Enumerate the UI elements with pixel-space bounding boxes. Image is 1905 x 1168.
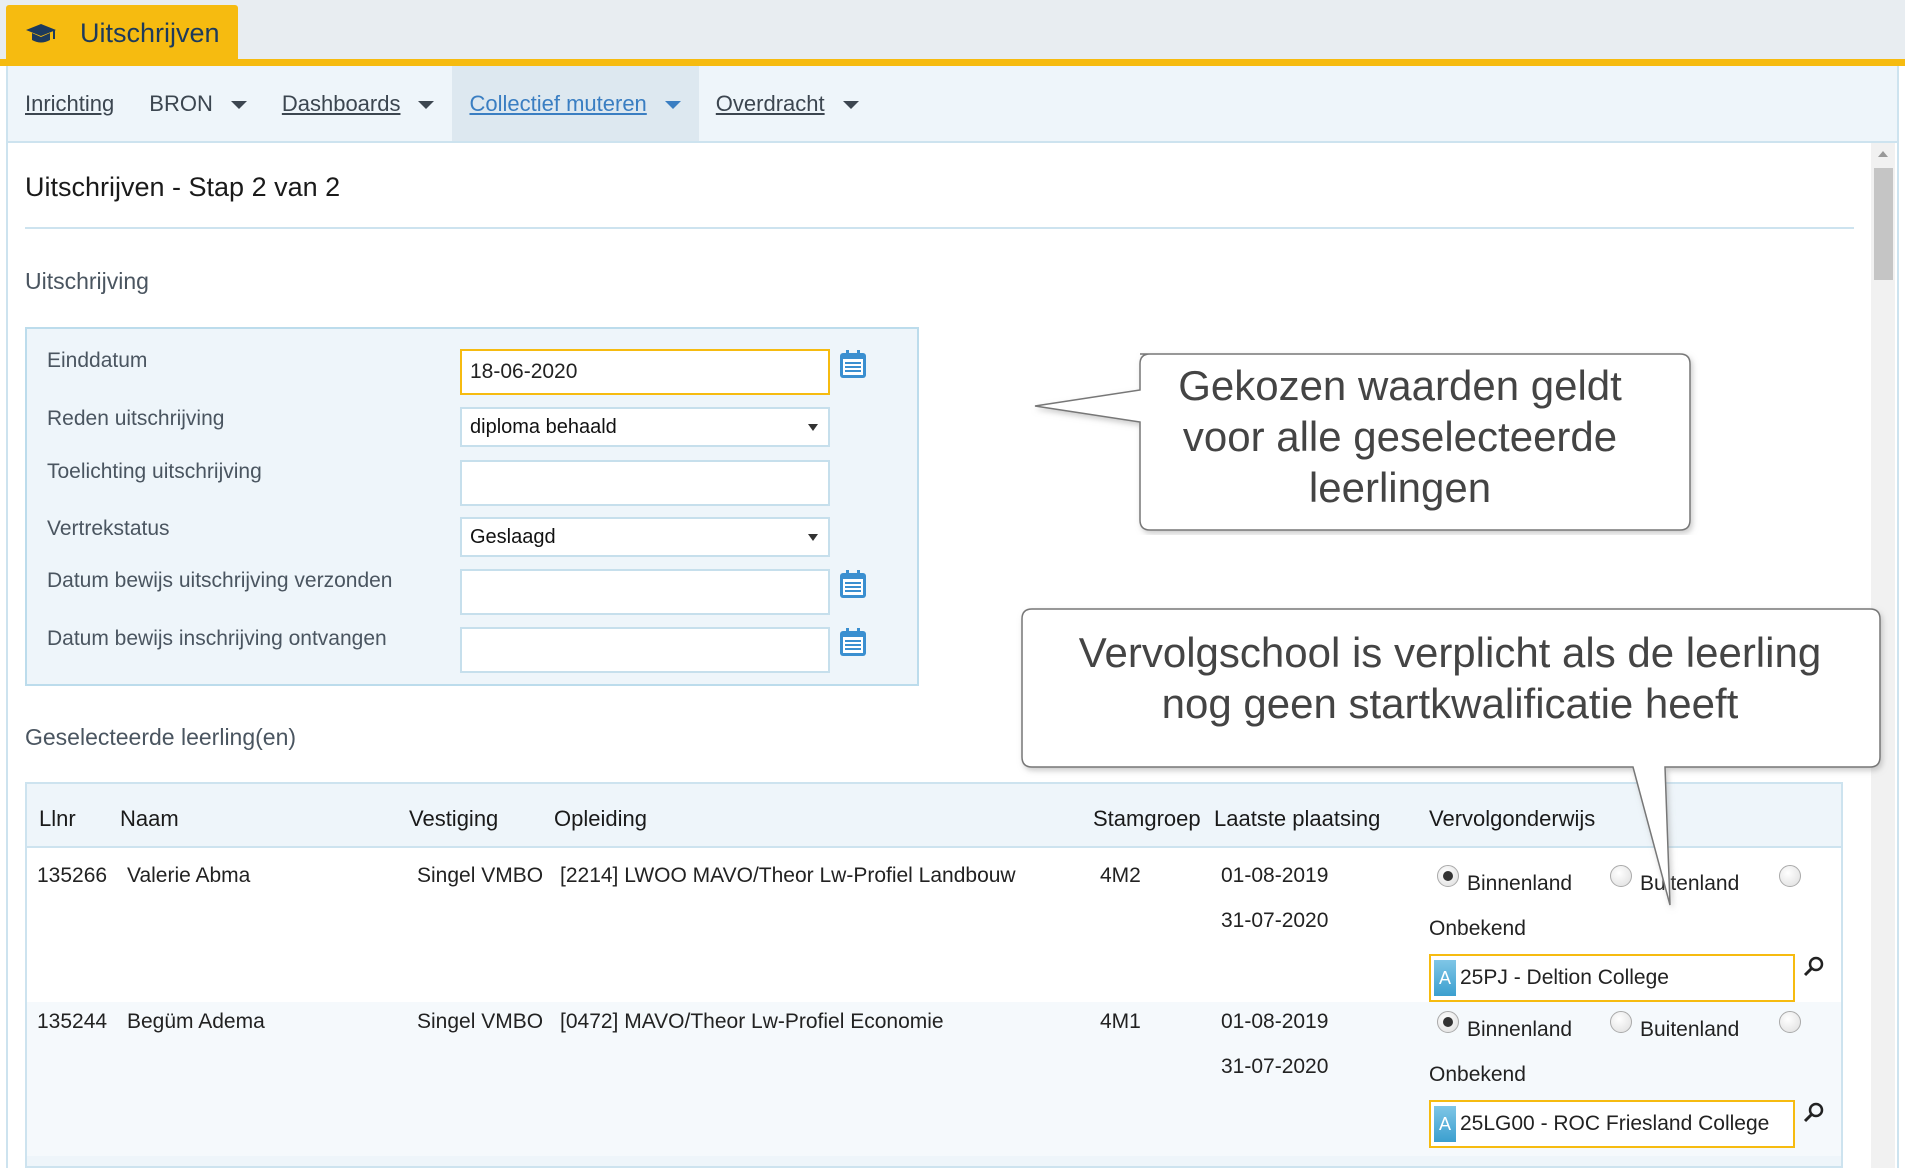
nav-label: Inrichting [25,90,115,116]
nav-label: Dashboards [281,90,401,116]
bewijs-verzonden-label: Datum bewijs uitschrijving verzonden [47,569,393,592]
radio-onbekend[interactable] [1779,1011,1801,1033]
table-row: 135244 Begüm Adema Singel VMBO [0472] MA… [27,1002,1841,1156]
column-header: Llnr [39,806,76,831]
llnr-cell: 135244 [37,1010,108,1033]
column-header: Naam [120,806,179,831]
naam-cell: Begüm Adema [127,1010,265,1033]
nav-label: Collectief muteren [469,90,647,116]
school-value: 25PJ - Deltion College [1460,966,1669,989]
einddatum-input[interactable]: 18-06-2020 [460,349,830,395]
vestiging-cell: Singel VMBO [417,864,544,887]
scroll-up-icon[interactable] [1878,151,1888,157]
radio-label: Buitenland [1640,1018,1740,1041]
dropdown-arrow-icon [808,424,818,431]
plaatsing-start-cell: 01-08-2019 [1221,1010,1329,1033]
calendar-icon[interactable] [839,627,867,657]
school-type-badge: A [1434,960,1456,996]
vervolgschool-input[interactable]: A 25LG00 - ROC Friesland College [1429,1100,1795,1148]
nav-label: BRON [149,90,213,116]
uitschrijving-form: Einddatum 18-06-2020 Reden uitschrijving… [25,327,919,686]
radio-label: Onbekend [1429,917,1526,940]
vestiging-cell: Singel VMBO [417,1010,544,1033]
bewijs-ontvangen-label: Datum bewijs inschrijving ontvangen [47,627,387,650]
stamgroep-cell: 4M1 [1100,1010,1141,1033]
vertrekstatus-select[interactable]: Geslaagd [460,517,830,557]
accent-line [0,59,1905,66]
opleiding-cell: [0472] MAVO/Theor Lw-Profiel Economie [560,1010,944,1033]
plaatsing-eind-cell: 31-07-2020 [1221,1055,1329,1078]
reden-label: Reden uitschrijving [47,407,225,430]
opleiding-cell: [2214] LWOO MAVO/Theor Lw-Profiel Landbo… [560,864,1016,887]
page-title: Uitschrijven - Stap 2 van 2 [25,172,341,202]
search-icon[interactable] [1803,956,1825,978]
bewijs-ontvangen-input[interactable] [460,627,830,673]
top-bar [0,0,1905,62]
reden-select[interactable]: diploma behaald [460,407,830,447]
caret-down-icon [418,101,435,109]
toelichting-input[interactable] [460,460,830,506]
divider [25,227,1854,229]
radio-binnenland[interactable] [1437,1011,1459,1033]
nav-item-dashboards[interactable]: Dashboards [265,66,453,141]
toelichting-label: Toelichting uitschrijving [47,460,262,483]
school-type-badge: A [1434,1106,1456,1142]
calendar-icon[interactable] [839,349,867,379]
calendar-icon[interactable] [839,569,867,599]
caret-down-icon [664,101,681,109]
column-header: Opleiding [554,806,647,831]
callout-line: Gekozen waarden geldt [1178,362,1622,409]
callout-line: voor alle geselecteerde [1182,413,1618,460]
radio-buitenland[interactable] [1610,1011,1632,1033]
search-icon[interactable] [1803,1102,1825,1124]
llnr-cell: 135266 [37,864,108,887]
radio-label: Onbekend [1429,1063,1526,1086]
bewijs-verzonden-input[interactable] [460,569,830,615]
scroll-thumb[interactable] [1874,168,1893,280]
reden-value: diploma behaald [470,415,617,438]
school-value: 25LG00 - ROC Friesland College [1460,1112,1770,1135]
vertrekstatus-label: Vertrekstatus [47,517,170,540]
column-header: Vestiging [409,806,499,831]
vervolgschool-input[interactable]: A 25PJ - Deltion College [1429,954,1795,1002]
naam-cell: Valerie Abma [127,864,251,887]
vertrekstatus-value: Geslaagd [470,525,556,548]
app-title: Uitschrijven [80,18,220,48]
callout-line: nog geen startkwalificatie heeft [1161,680,1739,727]
callout-line: leerlingen [1308,464,1492,511]
graduation-cap-icon [26,23,56,42]
einddatum-label: Einddatum [47,349,148,372]
nav-item-bron[interactable]: BRON [132,66,265,141]
radio-label: Binnenland [1467,1018,1573,1041]
nav-label: Overdracht [715,90,825,116]
callout-text: Gekozen waarden geldt voor alle geselect… [1140,360,1660,513]
caret-down-icon [842,101,859,109]
nav-item-inrichting[interactable]: Inrichting [8,66,132,141]
nav-item-overdracht[interactable]: Overdracht [699,66,877,141]
einddatum-value: 18-06-2020 [470,360,578,383]
nav-item-collectief-muteren[interactable]: Collectief muteren [452,66,699,141]
app-tab[interactable]: Uitschrijven [6,5,238,62]
dropdown-arrow-icon [808,534,818,541]
section-title: Uitschrijving [25,268,149,294]
callout-line: Vervolgschool is verplicht als de leerli… [1078,629,1822,676]
main-nav: Inrichting BRON Dashboards Collectief mu… [6,66,1899,143]
students-section-title: Geselecteerde leerling(en) [25,724,297,750]
caret-down-icon [230,101,247,109]
callout-text: Vervolgschool is verplicht als de leerli… [1030,627,1870,729]
